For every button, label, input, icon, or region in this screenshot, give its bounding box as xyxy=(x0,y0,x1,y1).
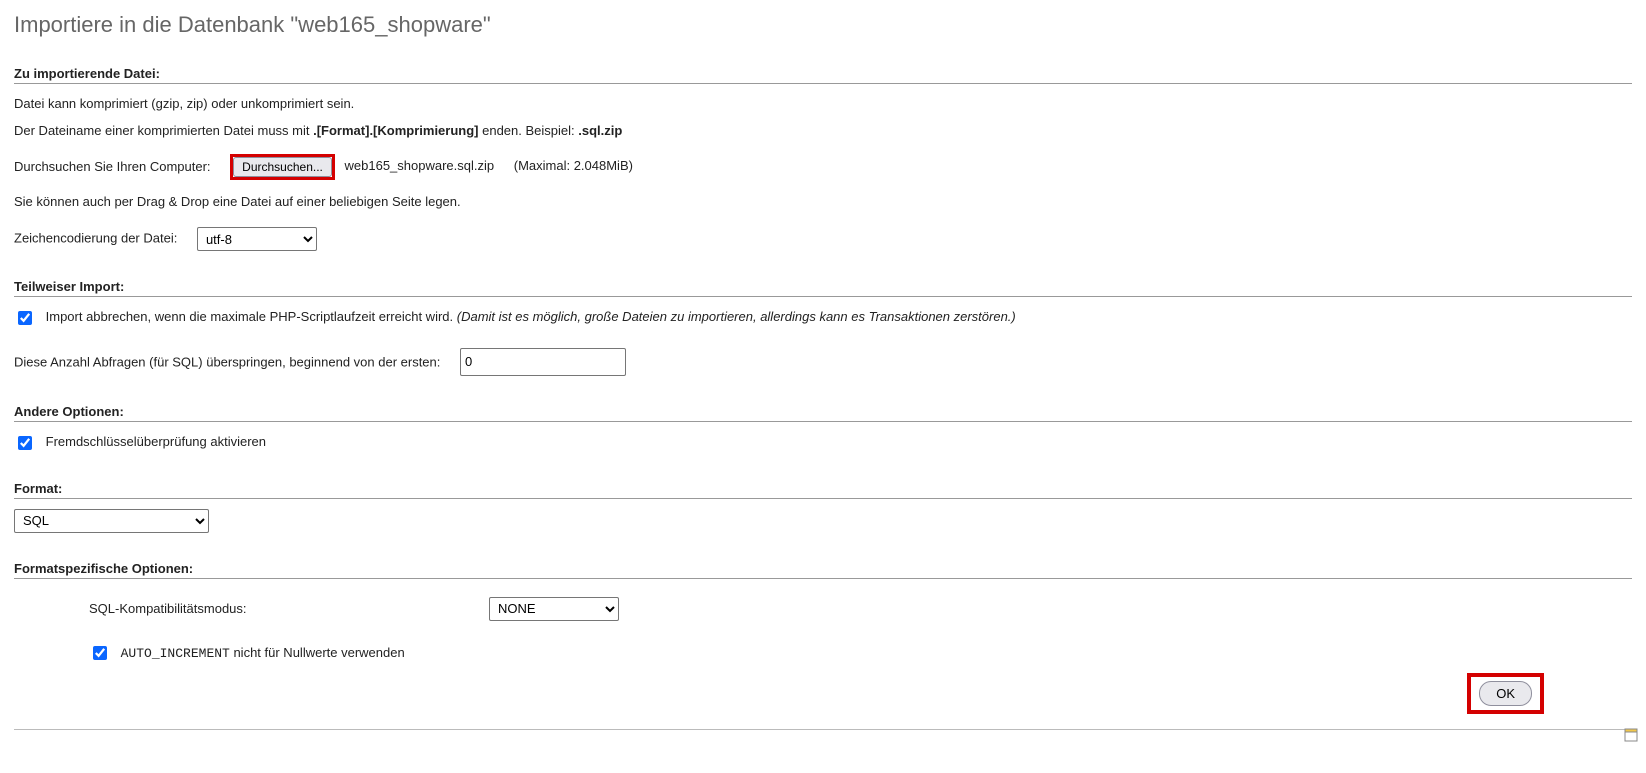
text-segment: Der Dateiname einer komprimierten Datei … xyxy=(14,123,313,138)
format-select[interactable]: SQL xyxy=(14,509,209,533)
auto-increment-rest: nicht für Nullwerte verwenden xyxy=(230,645,405,660)
browse-button[interactable]: Durchsuchen... xyxy=(233,157,332,177)
file-compress-info: Datei kann komprimiert (gzip, zip) oder … xyxy=(14,94,1632,115)
fk-label: Fremdschlüsselüberprüfung aktivieren xyxy=(46,434,266,449)
section-other-heading: Andere Optionen: xyxy=(14,404,1632,422)
dragdrop-info: Sie können auch per Drag & Drop eine Dat… xyxy=(14,192,1632,213)
auto-increment-checkbox[interactable] xyxy=(93,646,107,660)
text-segment-bold: .sql.zip xyxy=(578,123,622,138)
section-specific-heading: Formatspezifische Optionen: xyxy=(14,561,1632,579)
max-size-label: (Maximal: 2.048MiB) xyxy=(514,158,633,173)
section-file-heading: Zu importierende Datei: xyxy=(14,66,1632,84)
abort-checkbox[interactable] xyxy=(18,311,32,325)
file-name-pattern-info: Der Dateiname einer komprimierten Datei … xyxy=(14,121,1632,142)
compat-select[interactable]: NONE xyxy=(489,597,619,621)
skip-label: Diese Anzahl Abfragen (für SQL) überspri… xyxy=(14,354,440,369)
browse-highlight: Durchsuchen... xyxy=(230,154,335,181)
text-segment-bold: .[Format].[Komprimierung] xyxy=(313,123,478,138)
footer-separator xyxy=(14,729,1632,730)
browse-label: Durchsuchen Sie Ihren Computer: xyxy=(14,158,211,173)
abort-label: Import abbrechen, wenn die maximale PHP-… xyxy=(46,309,457,324)
ok-highlight: OK xyxy=(1467,673,1544,714)
fk-checkbox[interactable] xyxy=(18,436,32,450)
ok-button[interactable]: OK xyxy=(1479,681,1532,706)
charset-label: Zeichencodierung der Datei: xyxy=(14,231,177,246)
text-segment: enden. Beispiel: xyxy=(479,123,579,138)
section-partial-heading: Teilweiser Import: xyxy=(14,279,1632,297)
charset-select[interactable]: utf-8 xyxy=(197,227,317,251)
abort-note: (Damit ist es möglich, große Dateien zu … xyxy=(457,309,1016,324)
page-title: Importiere in die Datenbank "web165_shop… xyxy=(14,12,1632,38)
selected-file-name: web165_shopware.sql.zip xyxy=(345,158,495,173)
compat-label: SQL-Kompatibilitätsmodus: xyxy=(89,601,489,616)
footer-window-icon[interactable] xyxy=(1624,728,1638,745)
skip-input[interactable] xyxy=(460,348,626,376)
section-format-heading: Format: xyxy=(14,481,1632,499)
auto-increment-code: AUTO_INCREMENT xyxy=(121,646,230,661)
